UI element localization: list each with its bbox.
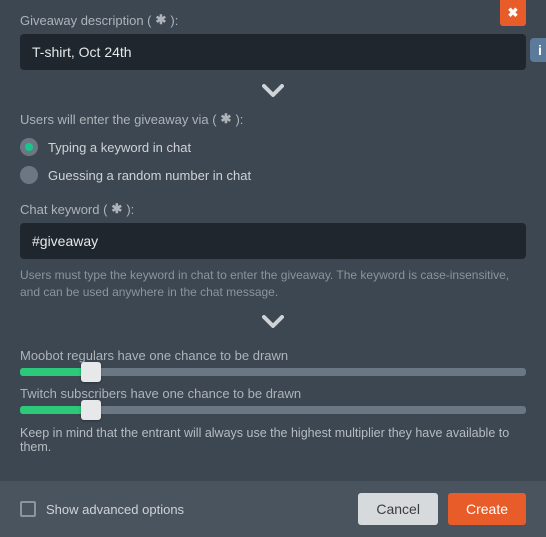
modal-footer: Show advanced options Cancel Create — [0, 481, 546, 537]
radio-label: Typing a keyword in chat — [48, 140, 191, 155]
label-text-end: ): — [235, 112, 243, 127]
slider-thumb[interactable] — [81, 400, 101, 420]
keyword-input[interactable] — [20, 223, 526, 259]
radio-icon — [20, 166, 38, 184]
multiplier-note: Keep in mind that the entrant will alway… — [20, 426, 526, 454]
slider-track[interactable] — [20, 406, 526, 414]
required-icon: ✱ — [221, 111, 232, 127]
slider-label: Moobot regulars have one chance to be dr… — [20, 348, 526, 363]
info-badge-right[interactable]: i — [530, 38, 546, 62]
keyword-help: Users must type the keyword in chat to e… — [20, 267, 526, 301]
slider-thumb[interactable] — [81, 362, 101, 382]
description-label: Giveaway description ( ✱ ): — [20, 12, 526, 28]
radio-label: Guessing a random number in chat — [48, 168, 251, 183]
chevron-down-icon[interactable] — [262, 315, 284, 332]
close-button[interactable]: ✖ — [500, 0, 526, 26]
label-text: Users will enter the giveaway via ( — [20, 112, 217, 127]
slider-subscribers: Twitch subscribers have one chance to be… — [20, 386, 526, 414]
entry-option-keyword[interactable]: Typing a keyword in chat — [20, 133, 526, 161]
info-icon: i — [538, 42, 542, 58]
required-icon: ✱ — [111, 201, 122, 217]
description-input[interactable] — [20, 34, 526, 70]
keyword-label: Chat keyword ( ✱ ): — [20, 201, 526, 217]
label-text-end: ): — [126, 202, 134, 217]
entry-option-random[interactable]: Guessing a random number in chat — [20, 161, 526, 189]
label-text-end: ): — [170, 13, 178, 28]
advanced-label: Show advanced options — [46, 502, 184, 517]
chevron-down-icon[interactable] — [262, 84, 284, 101]
entry-radio-group: Typing a keyword in chat Guessing a rand… — [20, 133, 526, 189]
radio-icon — [20, 138, 38, 156]
cancel-button[interactable]: Cancel — [358, 493, 438, 525]
slider-label: Twitch subscribers have one chance to be… — [20, 386, 526, 401]
create-button[interactable]: Create — [448, 493, 526, 525]
close-icon: ✖ — [508, 5, 519, 21]
label-text: Giveaway description ( — [20, 13, 152, 28]
slider-regulars: Moobot regulars have one chance to be dr… — [20, 348, 526, 376]
label-text: Chat keyword ( — [20, 202, 107, 217]
slider-track[interactable] — [20, 368, 526, 376]
required-icon: ✱ — [156, 12, 167, 28]
advanced-checkbox[interactable] — [20, 501, 36, 517]
entry-label: Users will enter the giveaway via ( ✱ ): — [20, 111, 526, 127]
